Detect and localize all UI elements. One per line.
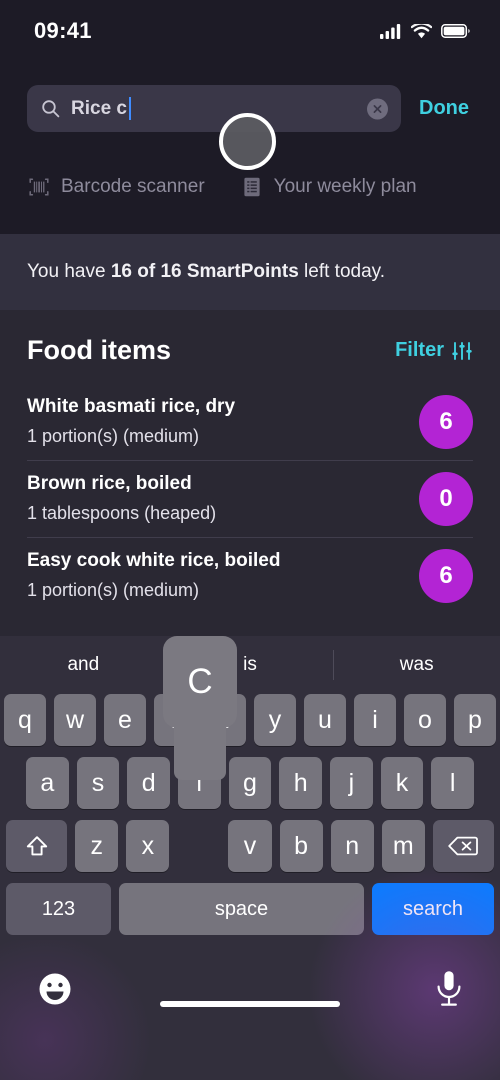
suggestion-chip[interactable]: and: [0, 654, 167, 676]
keyboard-row-2: a s d f g h j k l: [4, 757, 496, 809]
key-a[interactable]: a: [25, 757, 69, 809]
food-items-list: Food items Filter White basmati rice, dr…: [0, 310, 500, 636]
food-list-item[interactable]: Easy cook white rice, boiled 1 portion(s…: [27, 538, 473, 614]
food-list-item[interactable]: Brown rice, boiled 1 tablespoons (heaped…: [27, 461, 473, 538]
keyboard-bottom-row: 123 space search: [0, 883, 500, 935]
list-header: Food items Filter: [0, 310, 500, 384]
search-input[interactable]: Rice c: [27, 85, 401, 132]
clear-search-button[interactable]: [367, 98, 388, 119]
status-bar: 09:41: [0, 0, 500, 62]
key-e[interactable]: e: [104, 694, 146, 746]
weekly-plan-icon: [244, 177, 260, 197]
suggestion-chip[interactable]: is: [167, 654, 334, 676]
filter-label: Filter: [395, 339, 444, 361]
key-z[interactable]: z: [75, 820, 119, 872]
status-icons: [380, 23, 470, 39]
key-k[interactable]: k: [380, 757, 424, 809]
status-time: 09:41: [34, 18, 92, 43]
key-d[interactable]: d: [127, 757, 170, 809]
search-header: Rice c Done Barcode scanner Your weekly …: [0, 62, 500, 234]
key-f[interactable]: f: [178, 757, 221, 809]
points-suffix: left today.: [298, 261, 386, 282]
microphone-icon[interactable]: [432, 968, 466, 1010]
food-list-item[interactable]: White basmati rice, dry 1 portion(s) (me…: [27, 384, 473, 461]
key-q[interactable]: q: [4, 694, 46, 746]
backspace-key-icon: [448, 836, 479, 856]
on-screen-keyboard: and is was q w e r t y u i o p a s d f g…: [0, 636, 500, 1080]
emoji-keyboard-icon[interactable]: [34, 968, 76, 1010]
key-h[interactable]: h: [279, 757, 323, 809]
barcode-scanner-shortcut[interactable]: Barcode scanner: [28, 176, 205, 198]
key-v[interactable]: v: [228, 820, 272, 872]
shift-key-icon: [26, 836, 47, 856]
smartpoints-banner: You have 16 of 16 SmartPoints left today…: [0, 234, 500, 310]
shortcut-label: Barcode scanner: [61, 176, 205, 197]
keyboard-row-1: q w e r t y u i o p: [4, 694, 496, 746]
key-u[interactable]: u: [304, 694, 346, 746]
space-key[interactable]: space: [119, 883, 364, 935]
key-o[interactable]: o: [404, 694, 446, 746]
home-indicator: [160, 1001, 340, 1007]
barcode-icon: [29, 178, 49, 196]
food-name: Brown rice, boiled: [27, 473, 192, 494]
weekly-plan-shortcut[interactable]: Your weekly plan: [241, 176, 417, 198]
food-portion: 1 portion(s) (medium): [27, 426, 200, 446]
key-w[interactable]: w: [54, 694, 96, 746]
keyboard-utility-row: [0, 957, 500, 1021]
key-g[interactable]: g: [228, 757, 272, 809]
points-emphasis: 16 of 16 SmartPoints: [110, 261, 299, 282]
key-y[interactable]: y: [254, 694, 296, 746]
keyboard-rows: q w e r t y u i o p a s d f g h j k l z …: [0, 636, 500, 872]
points-badge: 6: [419, 549, 473, 603]
close-icon: [373, 104, 382, 113]
search-return-key[interactable]: search: [372, 883, 494, 935]
wifi-icon: [411, 23, 432, 38]
filter-sliders-icon: [452, 341, 472, 360]
smartpoints-text: You have 16 of 16 SmartPoints left today…: [27, 261, 385, 283]
key-r[interactable]: r: [154, 694, 196, 746]
key-p[interactable]: p: [454, 694, 496, 746]
points-badge: 6: [419, 395, 473, 449]
key-s[interactable]: s: [76, 757, 120, 809]
food-name: Easy cook white rice, boiled: [27, 550, 281, 571]
key-n[interactable]: n: [330, 820, 374, 872]
filter-button[interactable]: Filter: [395, 339, 473, 362]
key-l[interactable]: l: [431, 757, 475, 809]
search-icon: [42, 100, 60, 118]
shortcut-row: Barcode scanner Your weekly plan: [0, 160, 500, 214]
points-prefix: You have: [27, 261, 111, 282]
search-row: Rice c Done: [27, 85, 473, 132]
shortcut-label: Your weekly plan: [273, 176, 417, 197]
page-title: Food items: [27, 335, 172, 365]
search-input-value: Rice c: [71, 97, 127, 119]
battery-icon: [441, 24, 470, 38]
suggestion-chip[interactable]: was: [333, 654, 500, 676]
text-caret: [128, 97, 132, 120]
done-button[interactable]: Done: [411, 97, 473, 120]
cellular-signal-icon: [380, 23, 401, 39]
points-badge: 0: [419, 472, 473, 526]
app-screen: 09:41 Rice c Done Barcode scanner Your w…: [0, 0, 500, 1080]
predictive-suggestion-bar: and is was: [0, 636, 500, 694]
key-j[interactable]: j: [330, 757, 373, 809]
key-x[interactable]: x: [126, 820, 170, 872]
key-t[interactable]: t: [204, 694, 246, 746]
key-i[interactable]: i: [354, 694, 396, 746]
keyboard-row-3: z x c v b n m: [4, 820, 496, 872]
key-m[interactable]: m: [381, 820, 425, 872]
numeric-mode-key[interactable]: 123: [6, 883, 111, 935]
food-portion: 1 tablespoons (heaped): [27, 503, 217, 523]
shift-key[interactable]: [5, 820, 68, 872]
food-name: White basmati rice, dry: [27, 396, 236, 417]
backspace-key[interactable]: [432, 820, 495, 872]
food-portion: 1 portion(s) (medium): [27, 580, 200, 600]
key-b[interactable]: b: [279, 820, 323, 872]
